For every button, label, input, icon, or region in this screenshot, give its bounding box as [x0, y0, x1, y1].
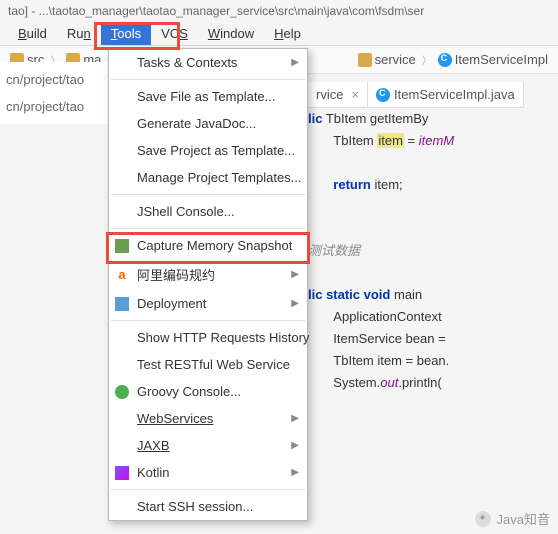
tab-rvice[interactable]: rvice×: [308, 82, 368, 107]
chevron-right-icon: ▶: [291, 298, 299, 309]
menu-run[interactable]: Run: [57, 22, 101, 45]
class-icon: [438, 53, 452, 67]
chevron-right-icon: ▶: [291, 467, 299, 478]
menu-ssh[interactable]: Start SSH session...: [109, 493, 307, 520]
menu-capture[interactable]: Capture Memory Snapshot: [109, 232, 307, 259]
menu-help[interactable]: Help: [264, 22, 311, 45]
chevron-right-icon: ▶: [291, 57, 299, 68]
menu-tools[interactable]: Tools: [101, 22, 151, 45]
crumb-class[interactable]: ItemServiceImpl: [434, 50, 552, 69]
tools-dropdown: Tasks & Contexts▶ Save File as Template.…: [108, 48, 308, 521]
menu-window[interactable]: Window: [198, 22, 264, 45]
editor-tabs: rvice× ItemServiceImpl.java: [308, 82, 524, 108]
wechat-icon: ✦: [475, 511, 491, 527]
chevron-right-icon: ▶: [291, 269, 299, 280]
close-icon[interactable]: ×: [351, 87, 359, 102]
menu-save-project[interactable]: Save Project as Template...: [109, 137, 307, 164]
crumb-service[interactable]: service: [354, 50, 420, 69]
code-editor[interactable]: lic TbItem getItemBy TbItem item = itemM…: [308, 108, 454, 394]
chevron-icon: 〉: [422, 52, 432, 67]
kotlin-icon: [115, 466, 129, 480]
menu-http[interactable]: Show HTTP Requests History: [109, 324, 307, 351]
menu-webservices[interactable]: WebServices▶: [109, 405, 307, 432]
alibaba-icon: a: [115, 268, 129, 282]
menu-bar: BBuilduild Run Tools VCS Window Help: [0, 22, 558, 46]
tab-itemserviceimpl[interactable]: ItemServiceImpl.java: [368, 82, 524, 107]
menu-jshell[interactable]: JShell Console...: [109, 198, 307, 225]
groovy-icon: [115, 385, 129, 399]
class-icon: [376, 88, 390, 102]
menu-build[interactable]: BBuilduild: [8, 22, 57, 45]
tree-item[interactable]: cn/project/tao: [4, 93, 105, 120]
chevron-right-icon: ▶: [291, 440, 299, 451]
menu-save-template[interactable]: Save File as Template...: [109, 83, 307, 110]
menu-alibaba[interactable]: a阿里编码规约▶: [109, 259, 307, 290]
capture-icon: [115, 239, 129, 253]
menu-manage-templates[interactable]: Manage Project Templates...: [109, 164, 307, 191]
tree-item[interactable]: cn/project/tao: [4, 66, 105, 93]
folder-icon: [358, 53, 372, 67]
watermark: ✦ Java知音: [475, 509, 550, 528]
menu-deployment[interactable]: Deployment▶: [109, 290, 307, 317]
menu-groovy[interactable]: Groovy Console...: [109, 378, 307, 405]
window-title: tao] - ...\taotao_manager\taotao_manager…: [0, 0, 558, 22]
deploy-icon: [115, 297, 129, 311]
project-tree: cn/project/tao cn/project/tao: [0, 62, 110, 124]
menu-javadoc[interactable]: Generate JavaDoc...: [109, 110, 307, 137]
menu-tasks[interactable]: Tasks & Contexts▶: [109, 49, 307, 76]
menu-vcs[interactable]: VCS: [151, 22, 198, 45]
menu-jaxb[interactable]: JAXB▶: [109, 432, 307, 459]
chevron-right-icon: ▶: [291, 413, 299, 424]
menu-kotlin[interactable]: Kotlin▶: [109, 459, 307, 486]
menu-restful[interactable]: Test RESTful Web Service: [109, 351, 307, 378]
